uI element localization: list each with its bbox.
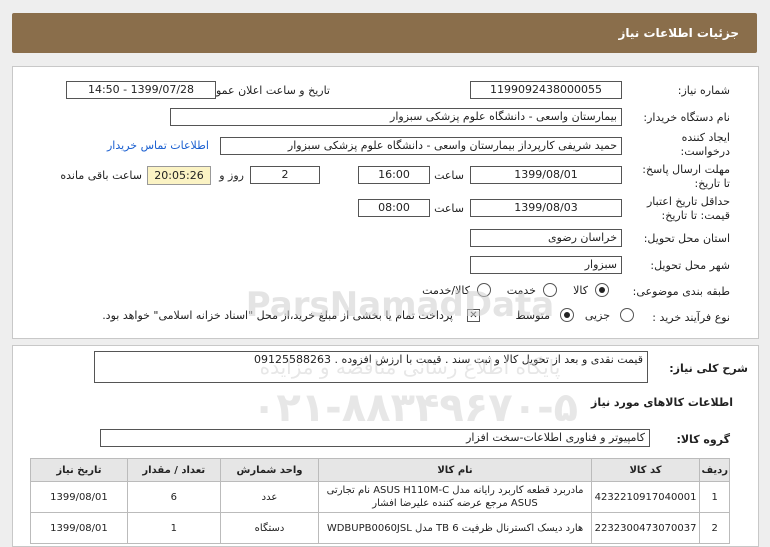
purchase-type-label: نوع فرآیند خرید : <box>652 311 730 324</box>
validity-date-field[interactable]: 1399/08/03 <box>470 199 622 217</box>
watermark-phone: ۰۲۱-۸۸۳۴۹۶۷۰-۵ <box>251 385 579 431</box>
row-name: هارد دیسک اکسترنال ظرفیت 6 TB مدل WDBUPB… <box>318 512 592 544</box>
category-service-radio[interactable] <box>543 283 557 297</box>
category-goods-label: کالا <box>573 284 588 297</box>
purchase-minor-radio[interactable] <box>620 308 634 322</box>
goods-table: ردیف کد کالا نام کالا واحد شمارش تعداد /… <box>30 458 730 544</box>
validity-label-1: حداقل تاریخ اعتبار <box>646 195 730 208</box>
row-date: 1399/08/01 <box>30 481 128 513</box>
treasury-payment-checkbox[interactable]: ✕ <box>467 309 480 322</box>
table-row[interactable]: 1 4232210917040001 مادربرد قطعه کاربرد ر… <box>30 481 730 513</box>
page-header: جزئیات اطلاعات نیاز <box>12 13 757 53</box>
buyer-org-label: نام دستگاه خریدار: <box>643 111 730 124</box>
goods-group-field[interactable]: کامپیوتر و فناوری اطلاعات-سخت افزار <box>100 429 650 447</box>
announce-label: تاریخ و ساعت اعلان عمومی: <box>197 84 330 97</box>
remaining-timer: 20:05:26 <box>147 166 211 185</box>
creator-label-2: درخواست: <box>680 145 730 158</box>
province-field[interactable]: خراسان رضوی <box>470 229 622 247</box>
category-goods-radio[interactable] <box>595 283 609 297</box>
deadline-label-1: مهلت ارسال پاسخ: <box>642 163 730 176</box>
deadline-date-field[interactable]: 1399/08/01 <box>470 166 622 184</box>
description-label: شرح کلی نیاز: <box>669 362 748 375</box>
category-goods-service-label: کالا/خدمت <box>422 284 470 297</box>
row-date: 1399/08/01 <box>30 512 128 544</box>
treasury-payment-note: پرداخت تمام یا بخشی از مبلغ خرید،از محل … <box>102 309 453 322</box>
table-row[interactable]: 2 2232300473070037 هارد دیسک اکسترنال ظر… <box>30 512 730 544</box>
goods-group-label: گروه کالا: <box>676 433 730 446</box>
validity-label-2: قیمت: تا تاریخ: <box>661 209 730 222</box>
col-index: ردیف <box>699 458 730 482</box>
category-goods-service-radio[interactable] <box>477 283 491 297</box>
category-service-label: خدمت <box>506 284 536 297</box>
creator-label-1: ایجاد کننده <box>681 131 730 144</box>
purchase-medium-label: متوسط <box>515 309 550 322</box>
col-unit: واحد شمارش <box>219 458 320 482</box>
buyer-org-field[interactable]: بیمارستان واسعی - دانشگاه علوم پزشکی سبز… <box>170 108 622 126</box>
validity-time-field[interactable]: 08:00 <box>358 199 430 217</box>
category-label: طبقه بندی موضوعی: <box>632 285 730 298</box>
row-unit: عدد <box>219 481 320 513</box>
city-label: شهر محل تحویل: <box>650 259 730 272</box>
purchase-minor-label: جزیی <box>584 309 610 322</box>
col-name: نام کالا <box>318 458 592 482</box>
row-code: 2232300473070037 <box>590 512 701 544</box>
col-date: تاریخ نیاز <box>30 458 128 482</box>
row-unit: دستگاه <box>219 512 320 544</box>
announce-field[interactable]: 1399/07/28 - 14:50 <box>66 81 216 99</box>
remaining-label: ساعت باقی مانده <box>60 169 142 182</box>
goods-section-title: اطلاعات کالاهای مورد نیاز <box>591 396 733 409</box>
row-qty: 6 <box>126 481 221 513</box>
province-label: استان محل تحویل: <box>643 232 730 245</box>
purchase-medium-radio[interactable] <box>560 308 574 322</box>
deadline-time-label: ساعت <box>434 169 464 182</box>
city-field[interactable]: سبزوار <box>470 256 622 274</box>
row-code: 4232210917040001 <box>590 481 701 513</box>
days-field[interactable]: 2 <box>250 166 320 184</box>
table-header-row: ردیف کد کالا نام کالا واحد شمارش تعداد /… <box>30 458 730 482</box>
need-number-label: شماره نیاز: <box>677 84 730 97</box>
page-title: جزئیات اطلاعات نیاز <box>618 26 739 40</box>
validity-time-label: ساعت <box>434 202 464 215</box>
creator-field[interactable]: حمید شریفی کارپرداز بیمارستان واسعی - دا… <box>220 137 622 155</box>
days-label: روز و <box>219 169 244 182</box>
row-index: 1 <box>699 481 730 513</box>
col-qty: تعداد / مقدار <box>126 458 221 482</box>
contact-buyer-link[interactable]: اطلاعات تماس خریدار <box>107 139 209 152</box>
col-code: کد کالا <box>590 458 701 482</box>
deadline-time-field[interactable]: 16:00 <box>358 166 430 184</box>
watermark-subtitle: پایگاه اطلاع رسانی مناقصه و مزایده <box>259 355 561 379</box>
deadline-label-2: تا تاریخ: <box>694 177 730 190</box>
row-name: مادربرد قطعه کاربرد رایانه مدل ASUS H110… <box>318 481 592 513</box>
row-index: 2 <box>699 512 730 544</box>
need-number-field[interactable]: 1199092438000055 <box>470 81 622 99</box>
row-qty: 1 <box>126 512 221 544</box>
